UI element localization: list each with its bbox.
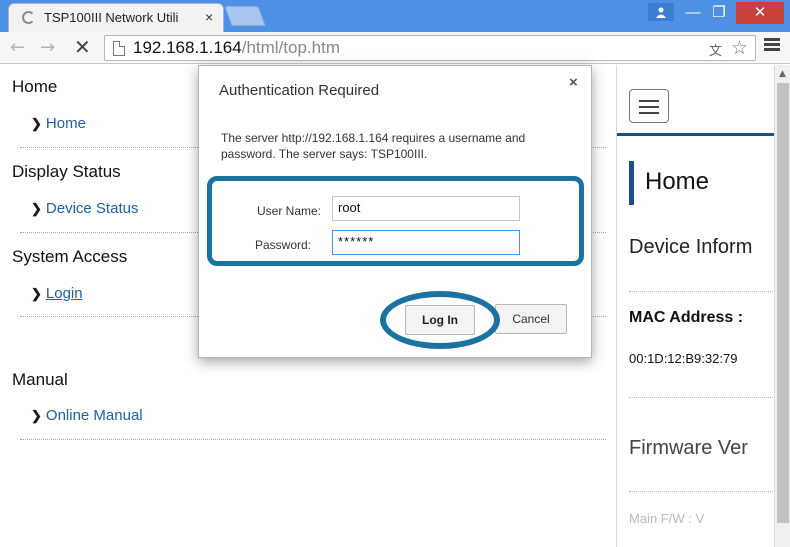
- cancel-button[interactable]: Cancel: [495, 304, 567, 334]
- close-window-button[interactable]: ✕: [736, 2, 784, 24]
- nav-link-device-status[interactable]: ❯ Device Status: [31, 200, 138, 217]
- divider: [629, 491, 774, 492]
- header-rule: [617, 133, 774, 136]
- forward-arrow-icon[interactable]: →: [40, 37, 55, 58]
- nav-link-online-manual-label: Online Manual: [45, 407, 143, 424]
- nav-link-login-label: Login: [45, 285, 83, 302]
- nav-section-system-access: System Access: [12, 247, 128, 266]
- nav-link-device-status-label: Device Status: [45, 200, 139, 217]
- scroll-thumb[interactable]: [777, 83, 789, 523]
- loading-spinner-icon: [22, 11, 35, 24]
- nav-link-login[interactable]: ❯ Login: [31, 285, 83, 302]
- dialog-close-icon[interactable]: ×: [569, 74, 578, 91]
- divider: [629, 291, 774, 292]
- minimize-button[interactable]: —: [680, 2, 706, 24]
- browser-menu-icon[interactable]: [764, 38, 780, 52]
- browser-toolbar: ← → ✕ 192.168.1.164/html/top.htm 文 ☆: [0, 32, 790, 64]
- url-host: 192.168.1.164: [133, 38, 242, 57]
- nav-link-online-manual[interactable]: ❯ Online Manual: [31, 407, 143, 424]
- address-bar[interactable]: 192.168.1.164/html/top.htm 文 ☆: [104, 35, 756, 61]
- vertical-scrollbar[interactable]: ▲: [774, 65, 790, 547]
- nav-section-home: Home: [12, 77, 58, 96]
- login-highlight-annotation: [380, 291, 500, 349]
- chevron-right-icon: ❯: [31, 116, 42, 131]
- bookmark-star-icon[interactable]: ☆: [731, 37, 748, 59]
- device-info-heading: Device Inform: [629, 236, 753, 258]
- page-icon: [113, 41, 125, 56]
- divider: [629, 397, 774, 398]
- mac-address-label: MAC Address :: [629, 309, 744, 326]
- chevron-right-icon: ❯: [31, 286, 42, 301]
- stop-icon[interactable]: ✕: [74, 35, 91, 59]
- divider: [20, 439, 606, 440]
- mac-address-value: 00:1D:12:B9:32:79: [629, 351, 738, 366]
- panel-heading: Home: [645, 168, 710, 195]
- firmware-heading: Firmware Ver: [629, 437, 748, 459]
- nav-section-manual: Manual: [12, 370, 68, 389]
- chevron-right-icon: ❯: [31, 201, 42, 216]
- browser-window: TSP100III Network Utili × — ❐ ✕ ← → ✕ 19…: [0, 0, 790, 547]
- maximize-button[interactable]: ❐: [706, 2, 732, 24]
- authentication-dialog: Authentication Required × The server htt…: [198, 65, 592, 358]
- title-bar: TSP100III Network Utili × — ❐ ✕: [0, 0, 790, 32]
- back-arrow-icon[interactable]: ←: [10, 37, 25, 58]
- nav-link-home[interactable]: ❯ Home: [31, 115, 86, 132]
- nav-link-home-label: Home: [45, 115, 86, 132]
- tab-close-icon[interactable]: ×: [205, 9, 213, 25]
- user-profile-icon[interactable]: [648, 3, 674, 21]
- new-tab-button[interactable]: [224, 6, 266, 26]
- main-firmware-label: Main F/W : V: [629, 511, 705, 526]
- dialog-title: Authentication Required: [219, 82, 380, 99]
- browser-tab[interactable]: TSP100III Network Utili ×: [8, 3, 224, 32]
- scroll-up-icon[interactable]: ▲: [779, 69, 786, 79]
- tab-title: TSP100III Network Utili: [44, 10, 179, 25]
- translate-icon[interactable]: 文: [709, 40, 722, 59]
- device-info-panel: Home Device Inform MAC Address : 00:1D:1…: [616, 65, 774, 547]
- url-text[interactable]: 192.168.1.164/html/top.htm: [133, 38, 340, 58]
- dialog-message: The server http://192.168.1.164 requires…: [221, 131, 526, 161]
- hamburger-menu-icon[interactable]: [629, 89, 669, 123]
- chevron-right-icon: ❯: [31, 408, 42, 423]
- fields-highlight-annotation: [207, 176, 584, 266]
- heading-accent-bar: [629, 161, 634, 205]
- nav-section-display-status: Display Status: [12, 162, 121, 181]
- url-path: /html/top.htm: [241, 38, 340, 57]
